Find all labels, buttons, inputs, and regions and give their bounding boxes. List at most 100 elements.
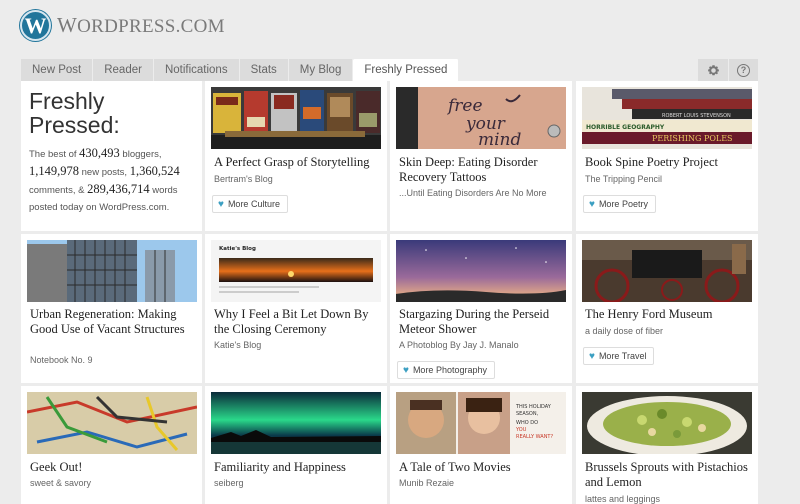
- post-title[interactable]: Stargazing During the Perseid Meteor Sho…: [399, 307, 564, 337]
- heart-icon: ♥: [589, 350, 595, 362]
- aurora-image: [211, 392, 381, 454]
- logo-initial: W: [57, 13, 78, 37]
- katies-blog-screenshot: Katie's Blog: [211, 240, 381, 302]
- help-button[interactable]: ?: [729, 59, 758, 81]
- book-spines-image: ROBERT LOUIS STEVENSON HORRIBLE GEOGRAPH…: [582, 87, 752, 149]
- tab-notifications[interactable]: Notifications: [153, 59, 240, 81]
- post-card-book-spine[interactable]: ROBERT LOUIS STEVENSON HORRIBLE GEOGRAPH…: [576, 81, 758, 231]
- poster-text-2: SEASON,: [516, 411, 539, 417]
- books-dvds-image: [211, 87, 381, 149]
- post-card-tale-of-two-movies[interactable]: THIS HOLIDAY SEASON, WHO DO YOU REALLY W…: [390, 386, 572, 504]
- freshly-pressed-intro: Freshly Pressed: The best of 430,493 blog…: [21, 81, 202, 231]
- salad-image: [582, 392, 752, 454]
- main-tabs: New Post Reader Notifications Stats My B…: [21, 59, 460, 81]
- carriage-image: [582, 240, 752, 302]
- post-title[interactable]: The Henry Ford Museum: [585, 307, 750, 322]
- blog-name[interactable]: Munib Rezaie: [399, 478, 454, 488]
- posts-count: 1,149,978: [29, 164, 79, 178]
- more-travel-button[interactable]: ♥ More Travel: [583, 347, 655, 365]
- more-button-label: More Poetry: [598, 199, 648, 209]
- more-button-label: More Photography: [412, 365, 487, 375]
- post-thumbnail-book-spines[interactable]: ROBERT LOUIS STEVENSON HORRIBLE GEOGRAPH…: [582, 87, 752, 149]
- blog-name[interactable]: a daily dose of fiber: [585, 326, 663, 336]
- freshly-pressed-grid: Freshly Pressed: The best of 430,493 blog…: [21, 81, 800, 504]
- post-title[interactable]: A Perfect Grasp of Storytelling: [214, 155, 379, 170]
- tab-icon-group: ?: [697, 59, 758, 81]
- night-sky-image: [396, 240, 566, 302]
- more-button-label: More Culture: [227, 199, 280, 209]
- post-thumbnail-katies-blog[interactable]: Katie's Blog: [211, 240, 381, 302]
- heart-icon: ♥: [589, 198, 595, 210]
- tab-stats[interactable]: Stats: [239, 59, 289, 81]
- post-card-urban-regeneration[interactable]: Urban Regeneration: Making Good Use of V…: [21, 234, 202, 383]
- blog-name[interactable]: A Photoblog By Jay J. Manalo: [399, 340, 519, 350]
- help-icon: ?: [737, 63, 750, 77]
- post-thumbnail-salad[interactable]: [582, 392, 752, 454]
- intro-text-3: new posts,: [79, 167, 130, 178]
- post-title[interactable]: Skin Deep: Eating Disorder Recovery Tatt…: [399, 155, 564, 185]
- tab-new-post[interactable]: New Post: [21, 59, 94, 81]
- blog-name[interactable]: Notebook No. 9: [30, 355, 93, 365]
- tab-reader[interactable]: Reader: [93, 59, 154, 81]
- post-card-tattoos[interactable]: free your mind Skin Deep: Eating Disorde…: [390, 81, 572, 231]
- more-culture-button[interactable]: ♥ More Culture: [212, 195, 288, 213]
- post-title[interactable]: Geek Out!: [30, 460, 195, 475]
- post-card-closing-ceremony[interactable]: Katie's Blog Why I Feel a Bit Let Down B…: [205, 234, 387, 383]
- post-card-geek-out[interactable]: Geek Out! sweet & savory: [21, 386, 202, 504]
- post-thumbnail-tattoo[interactable]: free your mind: [396, 87, 566, 149]
- intro-text-1: The best of: [29, 149, 80, 160]
- post-card-stargazing[interactable]: Stargazing During the Perseid Meteor Sho…: [390, 234, 572, 383]
- blog-name[interactable]: The Tripping Pencil: [585, 174, 662, 184]
- post-title[interactable]: Urban Regeneration: Making Good Use of V…: [30, 307, 195, 337]
- heart-icon: ♥: [218, 198, 224, 210]
- blog-name[interactable]: seiberg: [214, 478, 244, 488]
- tab-my-blog[interactable]: My Blog: [288, 59, 354, 81]
- intro-text-4: comments, &: [29, 185, 88, 196]
- words-count: 289,436,714: [87, 182, 150, 196]
- post-title[interactable]: Brussels Sprouts with Pistachios and Lem…: [585, 460, 750, 490]
- heart-icon: ♥: [403, 364, 409, 376]
- tab-freshly-pressed[interactable]: Freshly Pressed: [353, 59, 460, 81]
- title-line-1: Freshly: [29, 88, 105, 114]
- post-card-storytelling[interactable]: A Perfect Grasp of Storytelling Bertram'…: [205, 81, 387, 231]
- board-game-image: [27, 392, 197, 454]
- poster-text-1: THIS HOLIDAY: [515, 404, 552, 410]
- post-card-familiarity-happiness[interactable]: Familiarity and Happiness seiberg: [205, 386, 387, 504]
- post-title[interactable]: Book Spine Poetry Project: [585, 155, 750, 170]
- tattoo-image: free your mind: [396, 87, 566, 149]
- wordpress-logo-text: WORDPRESS.COM: [57, 13, 225, 38]
- post-thumbnail-aurora[interactable]: [211, 392, 381, 454]
- post-thumbnail-board-game[interactable]: [27, 392, 197, 454]
- movie-posters-image: THIS HOLIDAY SEASON, WHO DO YOU REALLY W…: [396, 392, 566, 454]
- post-title[interactable]: A Tale of Two Movies: [399, 460, 564, 475]
- tattoo-word-free: free: [446, 96, 483, 116]
- intro-stats: The best of 430,493 bloggers, 1,149,978 n…: [29, 145, 194, 216]
- post-thumbnail-building[interactable]: [27, 240, 197, 302]
- poster-text-3: WHO DO: [516, 420, 538, 426]
- post-thumbnail-movie-posters[interactable]: THIS HOLIDAY SEASON, WHO DO YOU REALLY W…: [396, 392, 566, 454]
- post-title[interactable]: Familiarity and Happiness: [214, 460, 379, 475]
- more-button-label: More Travel: [598, 351, 647, 361]
- blog-name[interactable]: sweet & savory: [30, 478, 91, 488]
- top-bar: W WORDPRESS.COM: [0, 0, 800, 58]
- blog-name[interactable]: lattes and leggings: [585, 494, 660, 504]
- post-card-brussels-sprouts[interactable]: Brussels Sprouts with Pistachios and Lem…: [576, 386, 758, 504]
- spine-text-2: HORRIBLE GEOGRAPHY: [586, 124, 665, 131]
- post-thumbnail-night-sky[interactable]: [396, 240, 566, 302]
- gear-icon: [707, 64, 719, 75]
- post-thumbnail-carriage[interactable]: [582, 240, 752, 302]
- post-thumbnail-books-dvds[interactable]: [211, 87, 381, 149]
- wordpress-logo[interactable]: W WORDPRESS.COM: [20, 10, 225, 41]
- blog-name[interactable]: ...Until Eating Disorders Are No More: [399, 188, 547, 198]
- intro-text-2: bloggers,: [119, 149, 162, 160]
- more-poetry-button[interactable]: ♥ More Poetry: [583, 195, 656, 213]
- building-image: [27, 240, 197, 302]
- spine-text-3: PERISHING POLES: [652, 134, 733, 143]
- blog-name[interactable]: Bertram's Blog: [214, 174, 273, 184]
- post-card-henry-ford-museum[interactable]: The Henry Ford Museum a daily dose of fi…: [576, 234, 758, 383]
- post-title[interactable]: Why I Feel a Bit Let Down By the Closing…: [214, 307, 379, 337]
- settings-button[interactable]: [698, 59, 728, 81]
- blog-name[interactable]: Katie's Blog: [214, 340, 261, 350]
- more-photography-button[interactable]: ♥ More Photography: [397, 361, 495, 379]
- spine-text-1: ROBERT LOUIS STEVENSON: [662, 113, 731, 119]
